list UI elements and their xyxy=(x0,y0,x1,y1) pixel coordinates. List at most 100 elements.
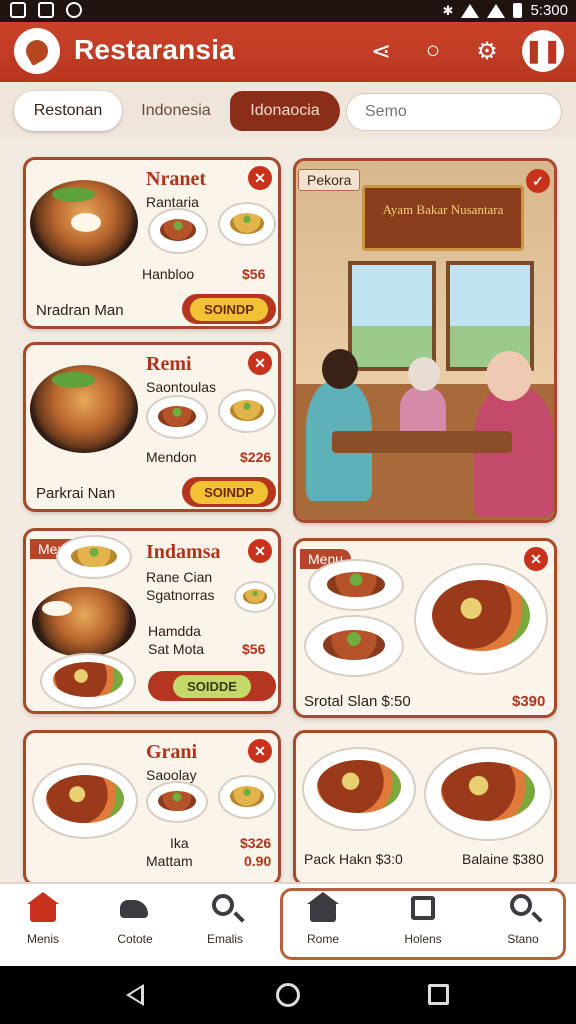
plate-image xyxy=(218,202,276,246)
nav-holens[interactable]: Holens xyxy=(388,894,458,958)
card-footer: Nradran Man xyxy=(36,302,124,319)
nav-stano[interactable]: Stano xyxy=(488,894,558,958)
card-footer: Parkrai Nan xyxy=(36,485,116,502)
home-icon xyxy=(27,892,59,922)
status-bar: ✱ 5:300 xyxy=(0,0,576,22)
nav-cotote[interactable]: Cotote xyxy=(100,894,170,958)
dish-item: Mendon xyxy=(146,449,197,465)
restaurant-sign: Ayam Bakar Nusantara xyxy=(362,185,524,251)
remove-icon[interactable]: ✕ xyxy=(248,351,272,375)
nav-menis[interactable]: Menis xyxy=(8,892,78,958)
person-head xyxy=(486,351,532,401)
drumstick-icon xyxy=(21,35,53,67)
restaurant-photo-card[interactable]: Pekora ✓ Ayam Bakar Nusantara xyxy=(293,158,557,523)
plate-image xyxy=(218,389,276,433)
plate-image xyxy=(308,559,404,611)
plate-image xyxy=(146,395,208,439)
chip-indonesia[interactable]: Indonesia xyxy=(128,91,224,131)
dish-item: Hamdda xyxy=(148,623,201,639)
order-button[interactable]: SOINDP xyxy=(182,294,276,324)
recents-icon[interactable] xyxy=(428,984,449,1005)
dish-name: Indamsa xyxy=(146,541,221,563)
order-button-label: SOINDP xyxy=(190,297,268,321)
dish-name: Nranet xyxy=(146,168,206,190)
person-figure xyxy=(400,387,446,437)
bottom-nav: Menis Cotote Emalis Rome Holens Stano xyxy=(0,882,576,966)
bluetooth-icon: ✱ xyxy=(442,2,454,18)
food-bowl-image xyxy=(30,180,138,266)
chip-idonaocia[interactable]: Idonaocia xyxy=(230,91,340,131)
scene-label: Pekora xyxy=(298,169,361,191)
nav-label: Cotote xyxy=(117,932,153,946)
plate-image xyxy=(146,781,208,823)
check-icon[interactable]: ✓ xyxy=(526,169,550,193)
menu-card[interactable]: Menu Indamsa ✕ Rane Cian Sgatnorras Hamd… xyxy=(23,528,281,714)
chip-restonan[interactable]: Restonan xyxy=(14,91,122,131)
order-button[interactable]: SOIDDE xyxy=(148,671,276,701)
search-icon xyxy=(510,894,532,916)
dish-item: Hanbloo xyxy=(142,266,195,282)
person-head xyxy=(322,349,358,389)
search-icon xyxy=(212,894,234,916)
nav-label: Menis xyxy=(26,932,59,946)
menu-card[interactable]: Grani ✕ Saoolay Ika Mattam $326 0.90 xyxy=(23,730,281,886)
dog-icon xyxy=(120,900,148,918)
chat-bubble-icon: ○ xyxy=(425,37,441,64)
food-bowl-image xyxy=(30,365,138,453)
menu-card[interactable]: Pack Hakn $3:0 Balaine $380 xyxy=(293,730,557,886)
remove-icon[interactable]: ✕ xyxy=(248,166,272,190)
share-icon: ⋖ xyxy=(370,37,392,65)
dish-price: $56 xyxy=(242,266,266,282)
table xyxy=(332,431,512,453)
app-notification-icon xyxy=(38,2,54,18)
share-button[interactable]: ⋖ xyxy=(364,34,398,68)
plate-image xyxy=(304,615,404,677)
dish-name: Grani xyxy=(146,741,198,763)
nav-label: Emalis xyxy=(206,932,243,946)
system-nav-bar xyxy=(0,966,576,1024)
dish-price: $226 xyxy=(240,449,272,465)
plate-image xyxy=(234,581,276,613)
dish-item: Sat Mota xyxy=(148,641,205,657)
remove-icon[interactable]: ✕ xyxy=(248,539,272,563)
menu-card[interactable]: Nranet ✕ Rantaria Hanbloo $56 Nradran Ma… xyxy=(23,157,281,329)
dish-item: Ika xyxy=(170,835,189,851)
wifi-icon xyxy=(461,3,480,18)
photo-icon xyxy=(10,2,26,18)
order-button[interactable]: SOINDP xyxy=(182,477,276,507)
app-logo[interactable] xyxy=(14,28,60,74)
dish-item: Mattam xyxy=(146,853,193,869)
home-icon xyxy=(307,892,339,922)
plate-image xyxy=(32,763,138,839)
nav-label: Rome xyxy=(306,932,339,946)
dish-name: Remi xyxy=(146,353,192,375)
home-circle-icon[interactable] xyxy=(276,983,300,1007)
back-icon[interactable] xyxy=(126,984,144,1006)
dish-price: $56 xyxy=(242,641,266,657)
remove-icon[interactable]: ✕ xyxy=(248,739,272,763)
dish-price: $326 xyxy=(240,835,272,851)
menu-card[interactable]: Remi ✕ Saontoulas Mendon $226 Parkrai Na… xyxy=(23,342,281,512)
person-head xyxy=(408,357,440,391)
settings-button[interactable]: ⚙ xyxy=(470,34,504,68)
nav-label: Stano xyxy=(507,932,539,946)
search-input[interactable] xyxy=(346,93,562,131)
chat-button[interactable]: ○ xyxy=(416,34,450,68)
card-footer: Balaine $380 xyxy=(462,851,544,867)
plate-image xyxy=(218,775,276,819)
clock: 5:300 xyxy=(530,2,568,19)
filter-bar: Restonan Indonesia Idonaocia xyxy=(0,82,576,138)
app-title: Restaransia xyxy=(74,34,235,65)
nav-rome[interactable]: Rome xyxy=(288,892,358,958)
app-bar: Restaransia ⋖ ○ ⚙ ❚❚ xyxy=(0,22,576,82)
plate-image xyxy=(56,535,132,579)
menu-card[interactable]: Menu ✕ Srotal Slan $:50 $390 xyxy=(293,538,557,718)
order-button-label: SOIDDE xyxy=(173,674,251,698)
remove-icon[interactable]: ✕ xyxy=(524,547,548,571)
nav-emalis[interactable]: Emalis xyxy=(190,894,260,958)
dish-subtitle: Rane Cian xyxy=(146,569,213,585)
pause-button[interactable]: ❚❚ xyxy=(522,30,564,72)
dish-subtitle: Saontoulas xyxy=(146,379,217,395)
signal-icon xyxy=(487,3,506,18)
gear-icon: ⚙ xyxy=(476,37,498,65)
